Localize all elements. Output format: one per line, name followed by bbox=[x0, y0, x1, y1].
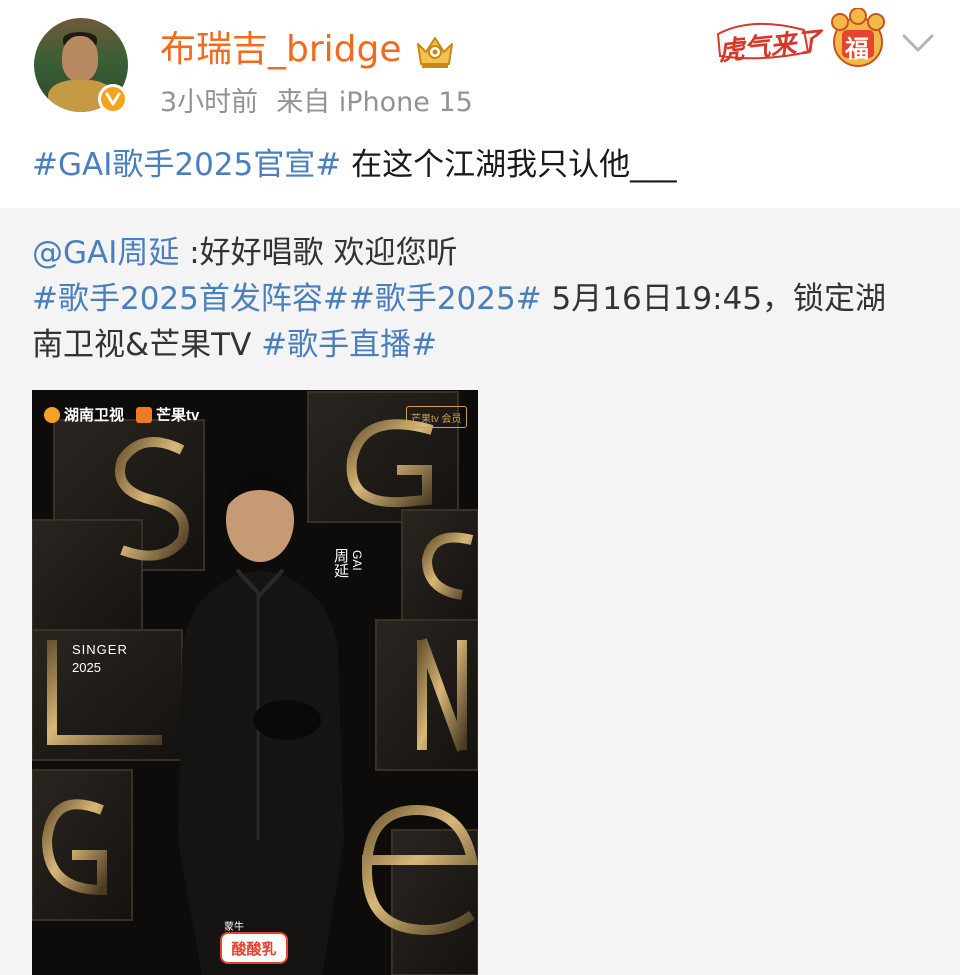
hunan-tv-logo: 湖南卫视 bbox=[44, 404, 124, 425]
weibo-post: 布瑞吉_bridge 3小时前 来自 iPhone 15 虎气来了 福 #GAI… bbox=[0, 0, 960, 975]
post-time: 3小时前 bbox=[160, 87, 259, 118]
post-meta: 3小时前 来自 iPhone 15 bbox=[160, 84, 473, 122]
mango-tv-logo: 芒果tv bbox=[136, 404, 199, 425]
post-body: 在这个江湖我只认他___ bbox=[341, 147, 677, 183]
festive-sticker[interactable]: 虎气来了 福 bbox=[712, 7, 890, 68]
year-label: 2025 bbox=[72, 660, 101, 675]
mango-member-logo: 芒果tv 会员 bbox=[406, 406, 467, 428]
sticker-badge: 福 bbox=[845, 35, 869, 63]
crown-icon[interactable] bbox=[414, 30, 456, 70]
retweet-line: @GAI周延 :好好唱歌 欢迎您听 bbox=[32, 230, 932, 276]
post-source: 来自 iPhone 15 bbox=[276, 87, 473, 118]
retweet-text-segment: 5月16日19:45，锁定湖 bbox=[541, 281, 887, 317]
hashtag-link[interactable]: #歌手2025# bbox=[349, 281, 542, 317]
retweet-line: #歌手2025首发阵容##歌手2025# 5月16日19:45，锁定湖 bbox=[32, 276, 932, 322]
avatar-face bbox=[62, 36, 98, 82]
verified-badge-icon bbox=[98, 84, 128, 114]
retweet-line: 南卫视&芒果TV #歌手直播# bbox=[32, 322, 932, 368]
poster-image[interactable]: 湖南卫视 芒果tv 芒果tv 会员 周延 GAI SINGER 2025 蒙牛 … bbox=[32, 390, 478, 975]
retweet-text: @GAI周延 :好好唱歌 欢迎您听 #歌手2025首发阵容##歌手2025# 5… bbox=[32, 230, 932, 368]
sponsor-name: 酸酸乳 bbox=[231, 939, 277, 958]
hashtag-link[interactable]: #歌手2025首发阵容# bbox=[32, 281, 349, 317]
hashtag-link[interactable]: #GAI歌手2025官宣# bbox=[32, 147, 341, 183]
hashtag-link[interactable]: #歌手直播# bbox=[261, 327, 437, 363]
retweet-text-segment: :好好唱歌 欢迎您听 bbox=[179, 235, 458, 271]
username[interactable]: 布瑞吉_bridge bbox=[160, 26, 402, 74]
sponsor-small-label: 蒙牛 bbox=[224, 922, 244, 933]
chevron-down-icon[interactable] bbox=[900, 28, 936, 56]
retweet-card[interactable]: @GAI周延 :好好唱歌 欢迎您听 #歌手2025首发阵容##歌手2025# 5… bbox=[0, 208, 960, 975]
post-text: #GAI歌手2025官宣# 在这个江湖我只认他___ bbox=[32, 142, 677, 188]
retweet-text-segment: 南卫视&芒果TV bbox=[32, 327, 262, 363]
artist-alias-vertical: GAI bbox=[350, 550, 364, 571]
sponsor-logo: 酸酸乳 bbox=[220, 932, 288, 964]
artist-name-vertical: 周延 bbox=[332, 548, 349, 578]
singer-label: SINGER bbox=[72, 642, 128, 657]
mention-link[interactable]: @GAI周延 bbox=[32, 235, 179, 271]
poster-artwork bbox=[32, 390, 478, 975]
post-header: 布瑞吉_bridge 3小时前 来自 iPhone 15 虎气来了 福 bbox=[0, 0, 960, 130]
